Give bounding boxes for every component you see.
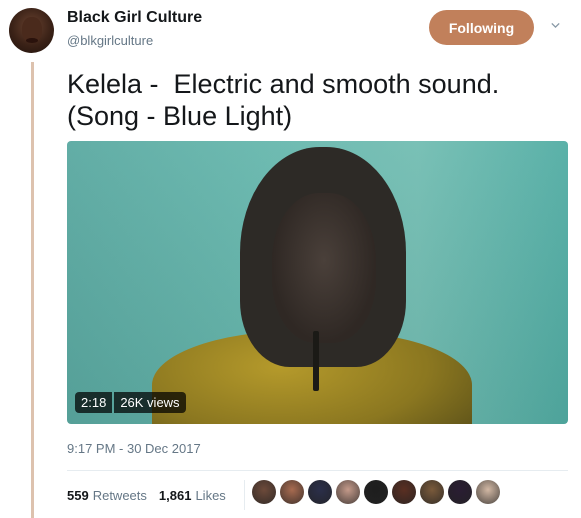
liker-avatar[interactable] — [448, 480, 472, 504]
retweets-label: Retweets — [92, 488, 147, 503]
divider — [67, 470, 568, 471]
stats-divider — [244, 480, 245, 510]
video-views: 26K views — [114, 392, 186, 413]
liker-avatar[interactable] — [336, 480, 360, 504]
liker-avatar[interactable] — [420, 480, 444, 504]
likes-count: 1,861 — [158, 488, 192, 503]
liker-avatar[interactable] — [364, 480, 388, 504]
tweet-stats: 559 Retweets 1,861 Likes — [67, 488, 238, 503]
avatar-lips — [26, 38, 38, 43]
author-display-name[interactable]: Black Girl Culture — [67, 9, 202, 27]
avatar[interactable] — [9, 8, 54, 53]
liker-avatar[interactable] — [308, 480, 332, 504]
retweets-count: 559 — [67, 488, 89, 503]
following-button[interactable]: Following — [429, 10, 534, 45]
likes-stat[interactable]: 1,861 Likes — [159, 488, 238, 503]
chevron-down-icon[interactable] — [551, 21, 560, 30]
likes-label: Likes — [195, 488, 226, 503]
liker-avatar[interactable] — [392, 480, 416, 504]
liker-avatars — [252, 480, 500, 504]
video-badges: 2:18 26K views — [75, 392, 186, 413]
video-duration: 2:18 — [75, 392, 113, 413]
thread-line — [31, 62, 34, 518]
liker-avatar[interactable] — [252, 480, 276, 504]
liker-avatar[interactable] — [476, 480, 500, 504]
tweet-timestamp[interactable]: 9:17 PM - 30 Dec 2017 — [67, 441, 201, 456]
video-player[interactable]: 2:18 26K views — [67, 141, 568, 424]
author-handle[interactable]: @blkgirlculture — [67, 33, 153, 48]
video-figure-face — [272, 193, 376, 343]
tweet-text: Kelela - Electric and smooth sound. (Son… — [67, 69, 500, 131]
retweets-stat[interactable]: 559 Retweets — [67, 488, 159, 503]
liker-avatar[interactable] — [280, 480, 304, 504]
video-figure-zip — [313, 331, 319, 391]
